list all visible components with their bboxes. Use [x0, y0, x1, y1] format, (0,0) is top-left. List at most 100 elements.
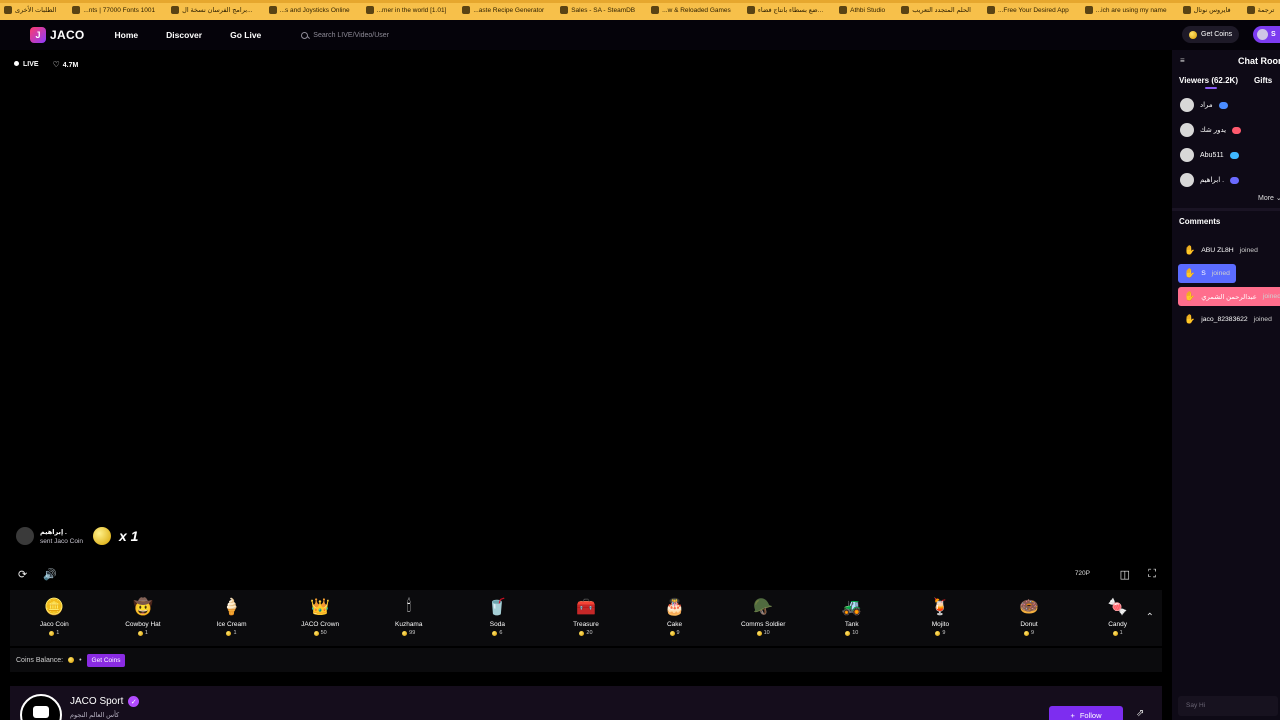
refresh-icon[interactable]: ⟳ — [18, 568, 27, 581]
gift-price: 1 — [49, 630, 59, 636]
bookmark-item[interactable]: ...mer in the world [1.01] — [358, 6, 455, 14]
viewer-item[interactable]: مراد — [1180, 98, 1229, 112]
comment-user[interactable]: S — [1201, 270, 1206, 277]
bookmark-item[interactable]: الحلم المتجدد التعريب — [893, 6, 979, 14]
coin-icon — [313, 630, 319, 636]
fullscreen-icon[interactable]: ⛶ — [1148, 568, 1156, 581]
comment-user[interactable]: عبدالرحمن الشمري — [1201, 293, 1257, 301]
coin-icon — [1112, 630, 1118, 636]
bookmark-item[interactable]: ...ich are using my name — [1077, 6, 1175, 14]
streamer-avatar[interactable] — [20, 694, 62, 720]
level-badge — [1232, 126, 1242, 134]
favicon-icon — [171, 6, 180, 14]
favicon-icon — [4, 6, 12, 14]
user-menu-button[interactable]: S — [1253, 26, 1280, 43]
comment-user[interactable]: jaco_82383622 — [1201, 316, 1248, 323]
bookmark-item[interactable]: ...w & Reloaded Games — [643, 6, 739, 14]
gift-name: Tank — [844, 621, 859, 628]
viewer-name: مراد — [1200, 102, 1213, 109]
follow-button[interactable]: + Follow — [1049, 706, 1123, 720]
logo[interactable]: J JACO — [30, 27, 85, 43]
coin-icon — [669, 630, 675, 636]
search-input[interactable]: Search LIVE/Video/User — [313, 32, 389, 39]
share-icon[interactable]: ⇗ — [1136, 708, 1144, 719]
gift-item[interactable]: 🥤 Soda 6 — [453, 590, 542, 646]
bookmark-item[interactable]: Athbi Studio — [831, 6, 893, 14]
viewer-item[interactable]: يدور شك — [1180, 123, 1242, 137]
likes-value: 4.7M — [62, 62, 79, 69]
gift-price: 99 — [402, 630, 415, 636]
chevron-up-icon[interactable]: ⌃ — [1146, 612, 1154, 623]
likes-count: ♡ 4.7M — [53, 60, 79, 69]
bookmark-item[interactable]: ضع بسطاء بانتاج فضاء... — [739, 6, 831, 14]
live-badge: LIVE — [14, 61, 39, 68]
gift-item[interactable]: 🪙 Jaco Coin 1 — [10, 590, 99, 646]
comment-user[interactable]: ABU ZL8H — [1201, 247, 1233, 254]
bookmark-item[interactable]: ...s and Joysticks Online — [261, 6, 358, 14]
chat-input[interactable]: Say Hi — [1178, 696, 1278, 716]
gift-item[interactable]: 🧰 Treasure 20 — [542, 590, 631, 646]
favicon-icon — [986, 6, 995, 14]
gift-bar: 🪙 Jaco Coin 1 🤠 Cowboy Hat 1 🍦 Ice Cream 1 👑 JACO … — [10, 590, 1162, 646]
nav-home[interactable]: Home — [115, 30, 139, 40]
tab-gifts[interactable]: Gifts — [1254, 76, 1272, 85]
sidebar-tabs: Viewers (62.2K) Gifts — [1179, 76, 1272, 89]
nav-links: Home Discover Go Live — [115, 30, 262, 40]
streamer-name-row: JACO Sport ✓ — [70, 696, 140, 707]
tab-active-indicator — [1205, 87, 1217, 89]
bookmark-item[interactable]: Sales - SA - SteamDB — [552, 6, 643, 14]
bookmark-item[interactable]: الطلبات الأخرى — [0, 6, 64, 14]
gift-price-value: 1 — [144, 630, 148, 636]
streamer-name[interactable]: JACO Sport — [70, 696, 123, 707]
gift-item[interactable]: 🍹 Mojito 9 — [896, 590, 985, 646]
theater-mode-icon[interactable]: ◫ — [1120, 568, 1130, 581]
search-box[interactable]: Search LIVE/Video/User — [301, 31, 431, 39]
more-viewers-button[interactable]: More ⌄ — [1258, 194, 1280, 202]
gift-name: JACO Crown — [301, 621, 340, 628]
bookmark-item[interactable]: ...aste Recipe Generator — [454, 6, 552, 14]
tab-viewers[interactable]: Viewers (62.2K) — [1179, 76, 1238, 85]
nav-discover[interactable]: Discover — [166, 30, 202, 40]
get-coins-button[interactable]: Get Coins — [1182, 26, 1240, 43]
favicon-icon — [839, 6, 848, 14]
nav-go-live[interactable]: Go Live — [230, 30, 261, 40]
collapse-menu-icon[interactable]: ≡ — [1180, 56, 1185, 65]
quality-selector[interactable]: 720P — [1075, 570, 1090, 577]
gift-name: Ice Cream — [216, 621, 247, 628]
bookmark-label: Athbi Studio — [850, 6, 886, 14]
comment-text: joined — [1253, 316, 1272, 323]
gift-price-value: 20 — [586, 630, 593, 636]
top-navigation: J JACO Home Discover Go Live Search LIVE… — [0, 20, 1280, 50]
gift-item[interactable]: 🍦 Ice Cream 1 — [187, 590, 276, 646]
viewer-item[interactable]: ابراهيم . — [1180, 173, 1240, 187]
gift-price: 10 — [756, 630, 770, 636]
gift-item[interactable]: 🍩 Donut 9 — [985, 590, 1074, 646]
gift-item[interactable]: 🎂 Cake 9 — [630, 590, 719, 646]
bookmark-item[interactable]: فايروس نوتال — [1175, 6, 1239, 14]
chat-sidebar: ≡ Chat Room Viewers (62.2K) Gifts مراد ي… — [1172, 50, 1280, 720]
bookmark-item[interactable]: ...Free Your Desired App — [979, 6, 1077, 14]
gift-item[interactable]: 🪖 Comms Soldier 10 — [719, 590, 808, 646]
gift-item[interactable]: 🚜 Tank 10 — [807, 590, 896, 646]
gift-price-value: 10 — [852, 630, 859, 636]
favicon-icon — [901, 6, 910, 14]
coin-icon — [579, 630, 585, 636]
video-player[interactable]: LIVE ♡ 4.7M إبراهيم . sent Jaco Coin x 1 … — [0, 50, 1170, 590]
volume-icon[interactable]: 🔊 — [43, 568, 57, 581]
bookmark-item[interactable]: ترجمة — [1239, 6, 1280, 14]
gift-price-value: 1 — [233, 630, 237, 636]
bookmark-label: ترجمة — [1257, 7, 1275, 14]
gift-item[interactable]: 🤠 Cowboy Hat 1 — [99, 590, 188, 646]
bookmark-item[interactable]: برامج الفرسان نسخة ال... — [163, 6, 260, 14]
viewer-item[interactable]: Abu511 — [1180, 148, 1240, 162]
coin-icon — [1023, 630, 1029, 636]
bookmark-item[interactable]: ...nts | 77000 Fonts 1001 — [64, 6, 163, 14]
coin-icon — [137, 630, 143, 636]
gift-price: 50 — [313, 630, 327, 636]
gift-item[interactable]: 👑 JACO Crown 50 — [276, 590, 365, 646]
bookmark-label: فايروس نوتال — [1193, 7, 1231, 14]
gift-name: Donut — [1020, 621, 1038, 628]
gift-item[interactable]: 🕯 Kuzhama 99 — [364, 590, 453, 646]
balance-get-coins-button[interactable]: Get Coins — [86, 653, 126, 667]
gift-price: 1 — [1112, 630, 1123, 636]
